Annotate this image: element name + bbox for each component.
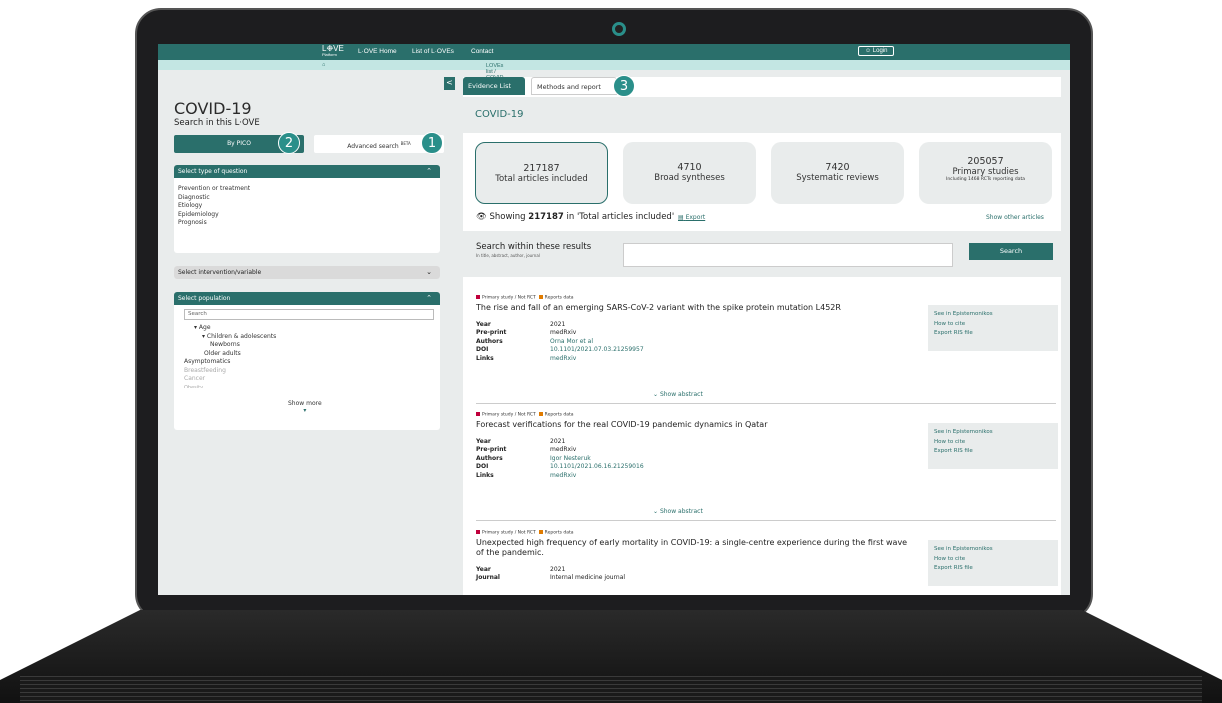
search-results-input[interactable] — [623, 243, 953, 267]
search-button[interactable]: Search — [969, 243, 1053, 260]
stat-broad-syntheses[interactable]: 4710 Broad syntheses — [623, 142, 756, 204]
callout-badge-2: 2 — [278, 132, 300, 154]
question-option[interactable]: Prognosis — [178, 219, 436, 228]
population-search-input[interactable]: Search — [184, 309, 434, 320]
article-title[interactable]: Forecast verifications for the real COVI… — [476, 420, 916, 430]
tab-methods-report[interactable]: Methods and report — [531, 77, 617, 95]
epistemonikos-link[interactable]: See in Epistemonikos — [934, 310, 1052, 320]
page-title: COVID-19 — [174, 99, 252, 118]
tree-item-asymptomatics[interactable]: Asymptomatics — [184, 358, 440, 367]
article-title[interactable]: The rise and fall of an emerging SARS-Co… — [476, 303, 916, 313]
export-ris-link[interactable]: Export RIS file — [934, 329, 1052, 339]
epistemonikos-link[interactable]: See in Epistemonikos — [934, 545, 1052, 555]
question-option[interactable]: Epidemiology — [178, 211, 436, 220]
population-tree: ▾ Age ▾ Children & adolescents Newborns … — [174, 324, 440, 388]
callout-badge-1: 1 — [421, 132, 443, 154]
stat-primary-studies[interactable]: 205057 Primary studies Including 1468 RCTs… — [919, 142, 1052, 204]
collapse-sidebar-button[interactable]: < — [444, 77, 455, 90]
showing-count: 👁 Showing 217187 in 'Total articles incl… — [476, 212, 675, 222]
chevron-up-icon: ⌃ — [426, 167, 432, 175]
tree-item-age[interactable]: ▾ Age — [194, 324, 440, 333]
search-results-title: Search within these results — [476, 242, 592, 252]
tree-item-newborns[interactable]: Newborns — [194, 341, 440, 350]
show-more-button[interactable]: Show more ▾ — [288, 400, 322, 414]
stat-systematic-reviews[interactable]: 7420 Systematic reviews — [771, 142, 904, 204]
show-other-articles-link[interactable]: Show other articles — [986, 214, 1044, 221]
article-title[interactable]: Unexpected high frequency of early morta… — [476, 538, 916, 558]
tree-item-older-adults[interactable]: Older adults — [194, 350, 440, 359]
question-type-card: Select type of question ⌃ Prevention or t… — [174, 165, 440, 253]
tree-item-obesity[interactable]: Obesity — [184, 384, 440, 388]
article-actions: See in Epistemonikos How to cite Export … — [928, 305, 1058, 351]
stat-total-articles[interactable]: 217187 Total articles included — [475, 142, 608, 204]
search-subtitle: Search in this L·OVE — [174, 118, 260, 128]
question-type-header[interactable]: Select type of question ⌃ — [174, 165, 440, 178]
evidence-header: COVID-19 — [463, 97, 1061, 133]
file-icon: ▤ — [678, 214, 684, 221]
eye-icon: 👁 — [476, 212, 487, 222]
epistemonikos-link[interactable]: See in Epistemonikos — [934, 428, 1052, 438]
intervention-header[interactable]: Select intervention/variable ⌄ — [174, 266, 440, 279]
callout-badge-3: 3 — [613, 75, 635, 97]
tree-item-cancer[interactable]: Cancer — [184, 375, 440, 384]
population-card: Select population ⌃ Search ▾ Age ▾ Childr… — [174, 292, 440, 430]
webcam-icon — [612, 22, 626, 36]
cite-link[interactable]: How to cite — [934, 320, 1052, 330]
export-link[interactable]: ▤ Export — [678, 214, 705, 221]
intervention-card: Select intervention/variable ⌄ — [174, 266, 440, 279]
article-item: Primary study / Not RCT Reports data The… — [476, 295, 1058, 404]
laptop-base — [0, 610, 1222, 703]
cite-link[interactable]: How to cite — [934, 438, 1052, 448]
chevron-down-icon: ⌄ — [426, 268, 432, 276]
article-actions: See in Epistemonikos How to cite Export … — [928, 423, 1058, 469]
chevron-up-icon: ⌃ — [426, 294, 432, 302]
export-ris-link[interactable]: Export RIS file — [934, 564, 1052, 574]
tree-item-children[interactable]: ▾ Children & adolescents — [194, 333, 440, 342]
show-abstract-button[interactable]: ⌄ Show abstract — [653, 508, 703, 515]
question-option[interactable]: Prevention or treatment — [178, 185, 436, 194]
article-item: Primary study / Not RCT Reports data For… — [476, 412, 1058, 521]
export-ris-link[interactable]: Export RIS file — [934, 447, 1052, 457]
search-results-hint: In title, abstract, author, journal — [476, 253, 540, 258]
tree-item-breastfeeding[interactable]: Breastfeeding — [184, 367, 440, 376]
article-item: Primary study / Not RCT Reports data Une… — [476, 530, 1058, 586]
tab-evidence-list[interactable]: Evidence List — [463, 77, 525, 95]
question-option[interactable]: Diagnostic — [178, 194, 436, 203]
cite-link[interactable]: How to cite — [934, 555, 1052, 565]
population-header[interactable]: Select population ⌃ — [174, 292, 440, 305]
show-abstract-button[interactable]: ⌄ Show abstract — [653, 391, 703, 398]
article-actions: See in Epistemonikos How to cite Export … — [928, 540, 1058, 586]
question-option[interactable]: Etiology — [178, 202, 436, 211]
